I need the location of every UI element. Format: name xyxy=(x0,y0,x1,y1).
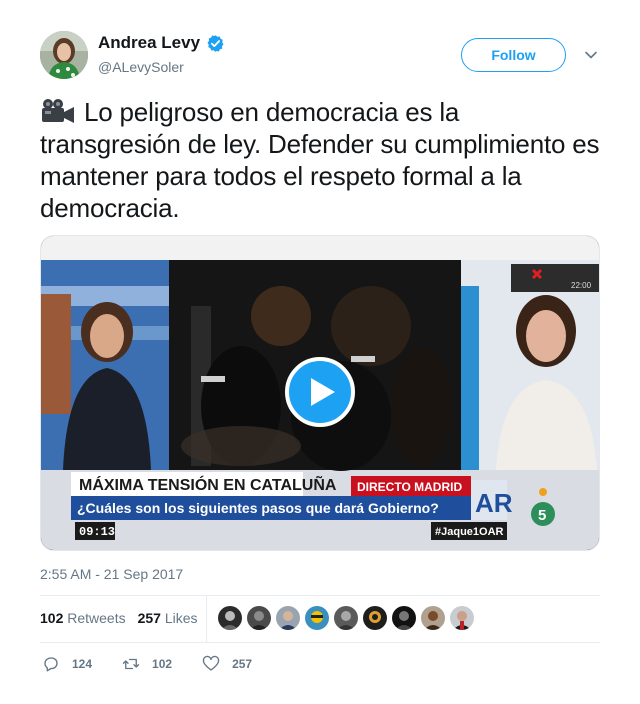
tweet-text-block: Lo peligroso en democracia es la transgr… xyxy=(40,96,600,224)
liker-avatar[interactable] xyxy=(276,606,300,630)
retweets-label: Retweets xyxy=(67,610,126,626)
likers-avatars xyxy=(218,606,474,630)
stats-separator xyxy=(206,596,207,642)
liker-avatar[interactable] xyxy=(450,606,474,630)
author-avatar[interactable] xyxy=(40,31,88,79)
likes-stat[interactable]: 257 Likes xyxy=(138,610,198,626)
retweet-action[interactable]: 102 xyxy=(122,655,172,673)
verified-badge-icon xyxy=(207,34,224,52)
video-time-overlay: 09:13 xyxy=(79,525,115,539)
liker-avatar[interactable] xyxy=(218,606,242,630)
like-count: 257 xyxy=(232,657,253,671)
likes-count: 257 xyxy=(137,610,161,626)
heart-icon xyxy=(202,655,220,671)
tweet-stats: 102 Retweets 257 Likes xyxy=(40,610,198,626)
author-name-row[interactable]: Andrea Levy xyxy=(98,33,225,53)
reply-action[interactable]: 124 xyxy=(42,655,92,673)
video-player[interactable]: 22:00 MÁXIMA TENSIÓN EN CATALUÑA DIRECTO… xyxy=(40,235,600,551)
retweets-stat[interactable]: 102 Retweets xyxy=(40,610,126,626)
author-handle[interactable]: @ALevySoler xyxy=(98,59,184,75)
retweets-count: 102 xyxy=(40,610,64,626)
tweet-text: Lo peligroso en democracia es la transgr… xyxy=(40,97,600,223)
liker-avatar[interactable] xyxy=(363,606,387,630)
reply-count: 124 xyxy=(72,657,93,671)
likes-label: Likes xyxy=(164,610,198,626)
tweet-timestamp[interactable]: 2:55 AM - 21 Sep 2017 xyxy=(40,566,183,582)
video-hashtag: #Jaque1OAR xyxy=(435,526,504,538)
liker-avatar[interactable] xyxy=(247,606,271,630)
corner-label: 22:00 xyxy=(571,281,592,290)
play-button[interactable] xyxy=(285,357,355,427)
chevron-down-icon[interactable] xyxy=(584,48,598,62)
video-thumbnail: 22:00 MÁXIMA TENSIÓN EN CATALUÑA DIRECTO… xyxy=(41,236,599,550)
liker-avatar[interactable] xyxy=(334,606,358,630)
divider-bottom xyxy=(40,642,600,643)
reply-icon xyxy=(44,657,58,672)
liker-avatar[interactable] xyxy=(421,606,445,630)
movie-camera-icon xyxy=(42,99,74,123)
divider-top xyxy=(40,595,600,596)
liker-avatar[interactable] xyxy=(305,606,329,630)
channel-number: 5 xyxy=(538,507,546,524)
follow-button[interactable]: Follow xyxy=(461,38,566,72)
like-action[interactable]: 257 xyxy=(202,655,252,673)
tweet-actions: 124 102 257 xyxy=(42,655,282,673)
show-logo: AR xyxy=(475,488,513,518)
author-display-name[interactable]: Andrea Levy xyxy=(98,33,200,53)
video-headline: MÁXIMA TENSIÓN EN CATALUÑA xyxy=(79,474,337,494)
retweet-icon xyxy=(122,658,140,670)
liker-avatar[interactable] xyxy=(392,606,416,630)
retweet-count: 102 xyxy=(152,657,173,671)
video-question: ¿Cuáles son los siguientes pasos que dar… xyxy=(77,500,439,516)
live-label: DIRECTO MADRID xyxy=(357,480,462,494)
